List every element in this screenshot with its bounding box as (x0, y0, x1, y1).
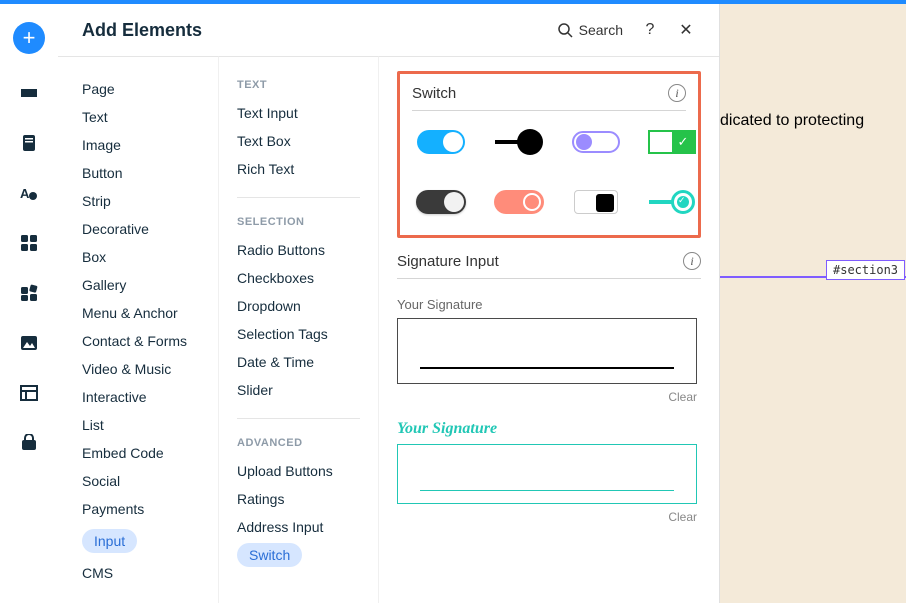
signature-clear[interactable]: Clear (397, 504, 697, 524)
help-button[interactable]: ? (641, 21, 659, 39)
signature-box (397, 318, 697, 384)
panel-header: Add Elements Search ? ✕ (58, 0, 719, 56)
group-selection-heading: SELECTION (219, 212, 378, 236)
panel-title: Add Elements (82, 20, 202, 41)
cat-menu-anchor[interactable]: Menu & Anchor (58, 299, 218, 327)
sub-ratings[interactable]: Ratings (219, 485, 378, 513)
sub-rich-text[interactable]: Rich Text (219, 155, 378, 183)
page-icon[interactable] (18, 132, 40, 154)
section-icon[interactable] (18, 82, 40, 104)
cat-payments[interactable]: Payments (58, 495, 218, 523)
cat-image[interactable]: Image (58, 131, 218, 159)
svg-text:A: A (20, 186, 30, 201)
switch-preset-grid: ✓ (412, 129, 686, 215)
sub-date-time[interactable]: Date & Time (219, 348, 378, 376)
cat-social[interactable]: Social (58, 467, 218, 495)
switch-preset-5[interactable] (416, 189, 466, 215)
info-icon[interactable]: i (683, 252, 701, 270)
subcategory-list[interactable]: TEXT Text Input Text Box Rich Text SELEC… (218, 56, 378, 603)
sub-slider[interactable]: Slider (219, 376, 378, 404)
switch-preset-4[interactable]: ✓ (648, 129, 696, 155)
sub-upload-buttons[interactable]: Upload Buttons (219, 457, 378, 485)
image-icon[interactable] (18, 332, 40, 354)
signature-label: Your Signature (397, 297, 701, 312)
switch-preset-8[interactable] (648, 189, 696, 215)
signature-section-title: Signature Input (397, 253, 499, 270)
panel-body: Page Text Image Button Strip Decorative … (58, 56, 719, 603)
switch-section-header: Switch i (412, 84, 686, 111)
search-icon (557, 22, 573, 38)
cat-strip[interactable]: Strip (58, 187, 218, 215)
grid-icon[interactable] (18, 232, 40, 254)
sub-text-input[interactable]: Text Input (219, 99, 378, 127)
cat-button[interactable]: Button (58, 159, 218, 187)
switch-preset-1[interactable] (416, 129, 466, 155)
cat-list[interactable]: List (58, 411, 218, 439)
typography-icon[interactable]: A (18, 182, 40, 204)
store-icon[interactable] (18, 432, 40, 454)
switch-preset-3[interactable] (572, 129, 620, 155)
sub-text-box[interactable]: Text Box (219, 127, 378, 155)
switch-section-highlight: Switch i ✓ (397, 71, 701, 238)
signature-label: Your Signature (397, 420, 701, 438)
signature-clear[interactable]: Clear (397, 384, 697, 404)
cat-page[interactable]: Page (58, 75, 218, 103)
close-button[interactable]: ✕ (677, 20, 695, 40)
signature-preset-1[interactable]: Your Signature Clear (397, 297, 701, 404)
panel-header-actions: Search ? ✕ (557, 20, 695, 40)
divider (237, 197, 360, 198)
cat-decorative[interactable]: Decorative (58, 215, 218, 243)
cat-video-music[interactable]: Video & Music (58, 355, 218, 383)
switch-preset-6[interactable] (494, 189, 544, 215)
cat-interactive[interactable]: Interactive (58, 383, 218, 411)
sub-dropdown[interactable]: Dropdown (219, 292, 378, 320)
cat-embed-code[interactable]: Embed Code (58, 439, 218, 467)
cat-contact-forms[interactable]: Contact & Forms (58, 327, 218, 355)
element-gallery[interactable]: Switch i ✓ Signature Input i (378, 56, 719, 603)
signature-box (397, 444, 697, 504)
cat-cms[interactable]: CMS (58, 559, 218, 587)
signature-section-header: Signature Input i (397, 252, 701, 279)
widgets-icon[interactable] (18, 282, 40, 304)
section-anchor-label[interactable]: #section3 (826, 260, 905, 280)
sub-address-input[interactable]: Address Input (219, 513, 378, 541)
search-button[interactable]: Search (557, 22, 623, 38)
signature-preset-2[interactable]: Your Signature Clear (397, 420, 701, 524)
sub-switch[interactable]: Switch (219, 541, 378, 569)
left-tool-rail: + A (0, 4, 58, 603)
group-advanced-heading: ADVANCED (219, 433, 378, 457)
info-icon[interactable]: i (668, 84, 686, 102)
cat-input[interactable]: Input (58, 523, 218, 559)
table-icon[interactable] (18, 382, 40, 404)
sub-checkboxes[interactable]: Checkboxes (219, 264, 378, 292)
add-elements-panel: Add Elements Search ? ✕ Page Text Image … (58, 0, 720, 603)
search-label: Search (579, 22, 623, 38)
category-list[interactable]: Page Text Image Button Strip Decorative … (58, 56, 218, 603)
switch-preset-7[interactable] (572, 189, 620, 215)
cat-text[interactable]: Text (58, 103, 218, 131)
switch-section-title: Switch (412, 85, 456, 102)
sub-radio-buttons[interactable]: Radio Buttons (219, 236, 378, 264)
app-topbar (0, 0, 906, 4)
add-elements-button[interactable]: + (13, 22, 45, 54)
cat-gallery[interactable]: Gallery (58, 271, 218, 299)
sub-selection-tags[interactable]: Selection Tags (219, 320, 378, 348)
cat-box[interactable]: Box (58, 243, 218, 271)
divider (237, 418, 360, 419)
canvas-text-fragment: dicated to protecting (720, 112, 864, 130)
switch-preset-2[interactable] (494, 129, 544, 155)
group-text-heading: TEXT (219, 75, 378, 99)
